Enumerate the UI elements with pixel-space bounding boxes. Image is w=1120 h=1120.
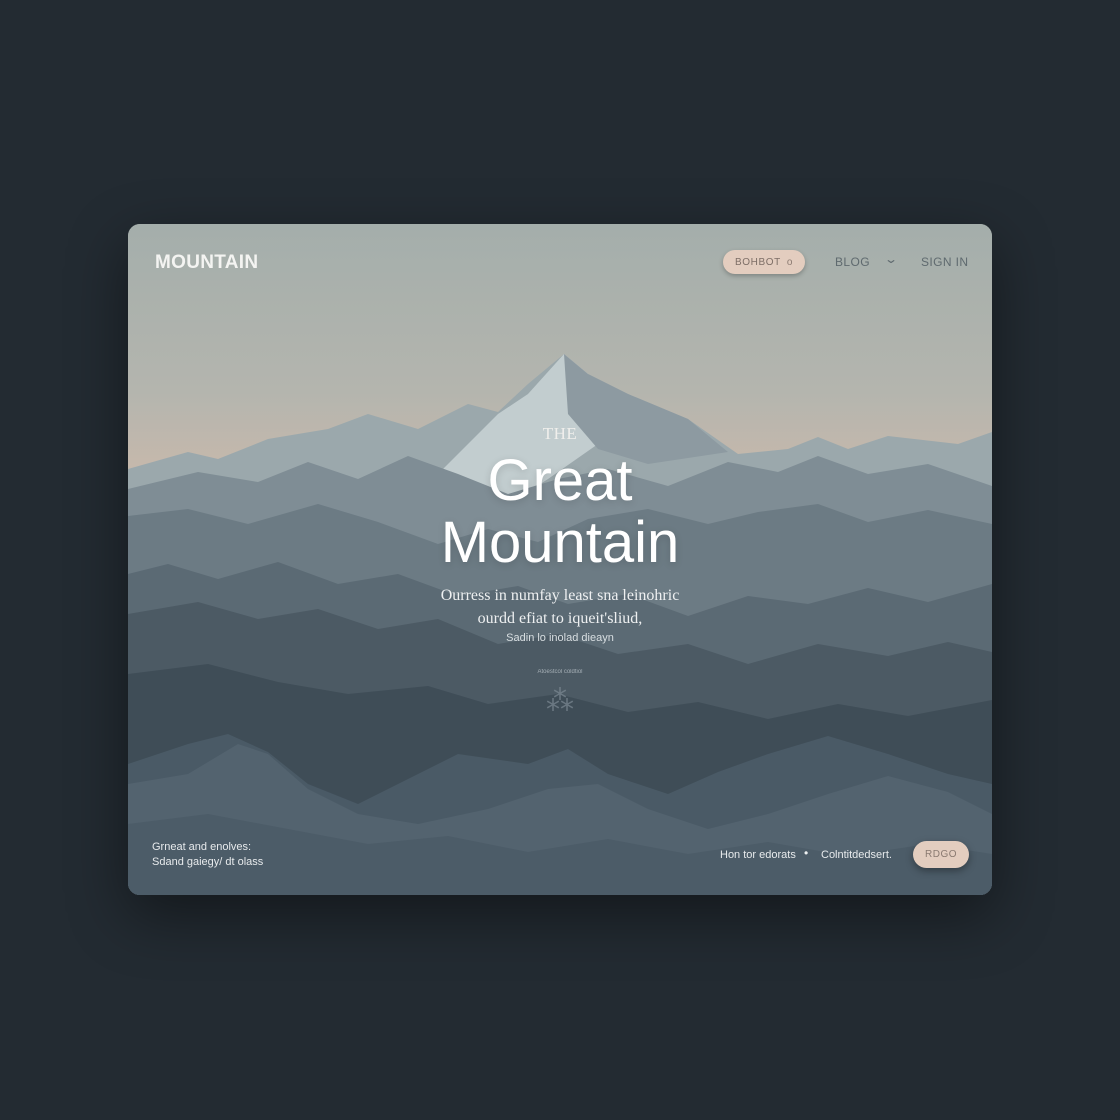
hero-subtitle-line-1: Ourress in numfay least sna leinohric bbox=[440, 587, 680, 604]
brand-logo[interactable]: MOUNTAIN bbox=[155, 252, 258, 274]
footer-info: Grneat and enolves: Sdand gaiegy/ dt ola… bbox=[152, 840, 263, 870]
footer-link-2[interactable]: Colntitdedsert. bbox=[821, 849, 892, 861]
hero-subtitle: Ourress in numfay least sna leinohric ou… bbox=[128, 584, 992, 630]
footer-link-1[interactable]: Hon tor edorats bbox=[720, 849, 796, 861]
hero-subtitle-line-2: ourdd efiat to iqueit'sliud, bbox=[477, 610, 643, 627]
hero-title: Great Mountain bbox=[128, 450, 992, 574]
nav-link-blog[interactable]: BLOG bbox=[835, 255, 870, 269]
footer-separator-dot: • bbox=[804, 846, 809, 860]
decorative-star-icon: ⁂ bbox=[546, 685, 574, 716]
hero-title-line-2: Mountain bbox=[440, 510, 680, 575]
footer-cta-button[interactable]: RDGO bbox=[913, 841, 969, 868]
hero-card: MOUNTAIN BOHBOT o BLOG ⌄ SIGN IN THE Gre… bbox=[128, 224, 992, 895]
header-pill-button[interactable]: BOHBOT o bbox=[723, 250, 805, 274]
circle-icon: o bbox=[786, 256, 793, 268]
footer-info-line-1: Grneat and enolves: bbox=[152, 841, 252, 853]
chevron-down-icon[interactable]: ⌄ bbox=[884, 252, 898, 266]
hero-eyebrow: THE bbox=[542, 424, 578, 443]
hero-fine-print: Atoestcol coldtiol bbox=[537, 669, 583, 675]
footer-info-line-2: Sdand gaiegy/ dt olass bbox=[152, 856, 264, 868]
top-navigation-bar: MOUNTAIN BOHBOT o BLOG ⌄ SIGN IN bbox=[128, 224, 992, 300]
hero-caption: Sadin lo inolad dieayn bbox=[506, 632, 614, 644]
header-pill-label: BOHBOT bbox=[735, 256, 781, 268]
hero-title-line-1: Great bbox=[487, 448, 633, 513]
nav-link-sign-in[interactable]: SIGN IN bbox=[921, 255, 968, 269]
